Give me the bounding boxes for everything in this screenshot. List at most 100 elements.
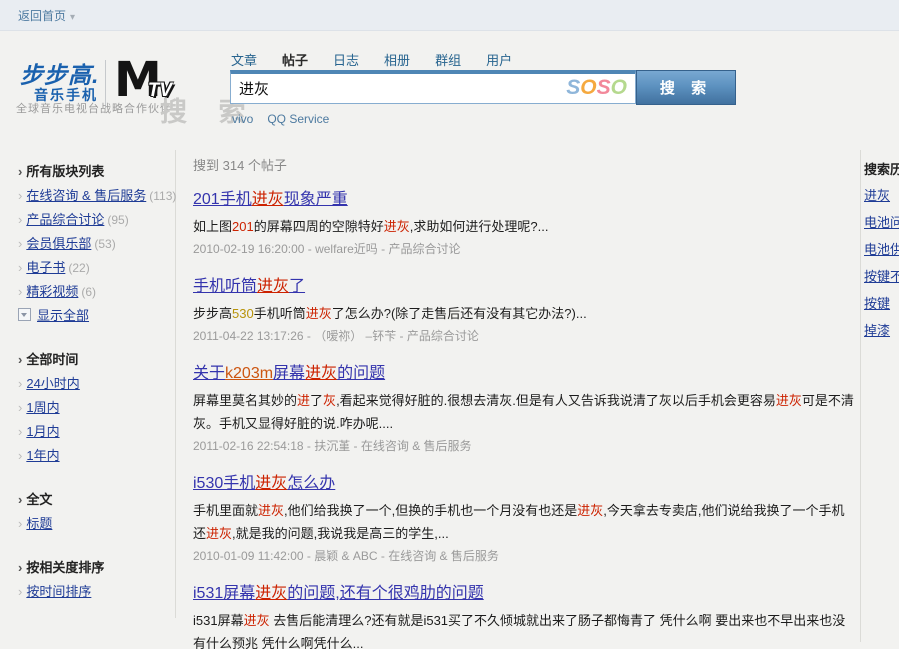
sidebar-item[interactable]: › 产品综合讨论 (95) bbox=[18, 208, 168, 232]
result-title-link[interactable]: i530手机进灰怎么办 bbox=[193, 475, 335, 492]
sidebar-link[interactable]: 在线咨询 & 售后服务 bbox=[26, 188, 146, 203]
sidebar-item[interactable]: › 1年内 bbox=[18, 444, 168, 468]
chevron-right-icon: › bbox=[18, 400, 23, 415]
result-item: 201手机进灰现象严重如上图201的屏幕四周的空隙特好进灰,求助如何进行处理呢?… bbox=[193, 189, 855, 260]
highlighted-term: 进灰 bbox=[258, 503, 285, 518]
result-title-link[interactable]: 关于k203m屏幕进灰的问题 bbox=[193, 365, 385, 382]
result-title-text: 怎么办 bbox=[287, 475, 336, 492]
sidebar-link[interactable]: 1月内 bbox=[26, 424, 59, 439]
history-item[interactable]: 进灰 bbox=[864, 182, 899, 209]
result-title-text: i530手机 bbox=[193, 475, 256, 492]
history-link[interactable]: 掉漆 bbox=[864, 323, 890, 338]
sidebar-section-title: 按相关度排序 bbox=[26, 560, 105, 575]
sidebar-item[interactable]: › 会员俱乐部 (53) bbox=[18, 232, 168, 256]
results-count: 搜到 314 个帖子 bbox=[193, 158, 287, 173]
search-sub-link[interactable]: vivo bbox=[232, 112, 253, 126]
home-link[interactable]: 返回首页 ▾ bbox=[18, 7, 75, 24]
result-snippet: 步步高530手机听筒进灰了怎么办?(除了走售后还有没有其它办法?)... bbox=[193, 302, 855, 325]
search-button[interactable]: 搜 索 bbox=[636, 70, 736, 105]
chevron-right-icon: › bbox=[18, 516, 23, 531]
sidebar-link[interactable]: 按时间排序 bbox=[26, 584, 91, 599]
sidebar-link[interactable]: 24小时内 bbox=[26, 376, 79, 391]
result-snippet: 如上图201的屏幕四周的空隙特好进灰,求助如何进行处理呢?... bbox=[193, 215, 855, 238]
sidebar-link[interactable]: 会员俱乐部 bbox=[26, 236, 91, 251]
chevron-right-icon: › bbox=[18, 584, 23, 599]
highlighted-term: 进灰 bbox=[305, 365, 338, 382]
result-item: 手机听筒进灰了 步步高530手机听筒进灰了怎么办?(除了走售后还有没有其它办法?)… bbox=[193, 276, 855, 347]
highlighted-term: 进灰 bbox=[305, 306, 332, 321]
highlighted-term: 进灰 bbox=[243, 613, 270, 628]
history-item[interactable]: 电池供 bbox=[864, 236, 899, 263]
chevron-right-icon: › bbox=[18, 236, 23, 251]
search-tab[interactable]: 相册 bbox=[384, 50, 410, 69]
history-item[interactable]: 按键 bbox=[864, 290, 899, 317]
result-snippet-text: 去售后能清理么?还有就是i531买了不久倾城就出来了肠子都悔青了 凭什么啊 要出… bbox=[193, 613, 846, 649]
sidebar-count: (6) bbox=[81, 285, 97, 299]
highlighted-term: k203m bbox=[225, 365, 274, 382]
sidebar-item[interactable]: › 在线咨询 & 售后服务 (113) bbox=[18, 184, 176, 208]
sidebar-link[interactable]: 显示全部 bbox=[37, 308, 89, 323]
soso-logo: SOSO bbox=[566, 76, 627, 100]
result-title-text: 屏幕 bbox=[273, 365, 306, 382]
sidebar-item[interactable]: › 按时间排序 bbox=[18, 580, 168, 604]
search-tab[interactable]: 日志 bbox=[333, 50, 359, 69]
search-tabs: 文章 帖子 日志 相册 群组 用户 bbox=[231, 50, 512, 81]
result-meta: 2011-04-22 13:17:26 - （嗳祢） –钚苄 - 产品综合讨论 bbox=[193, 329, 479, 343]
sidebar-count: (113) bbox=[149, 189, 177, 203]
sidebar-link[interactable]: 产品综合讨论 bbox=[26, 212, 104, 227]
result-snippet-text: 了怎么办?(除了走售后还有没有其它办法?)... bbox=[331, 306, 587, 321]
sidebar-section: › 全文 › 标题 bbox=[18, 488, 168, 536]
search-tab[interactable]: 群组 bbox=[435, 50, 461, 69]
result-meta: 2011-02-16 22:54:18 - 扶沉堇 - 在线咨询 & 售后服务 bbox=[193, 439, 472, 453]
result-title-link[interactable]: i531屏幕进灰的问题,还有个很鸡肋的问题 bbox=[193, 585, 484, 602]
result-snippet-text: i531屏幕 bbox=[193, 613, 244, 628]
chevron-right-icon: › bbox=[18, 164, 23, 179]
sidebar-link[interactable]: 1周内 bbox=[26, 400, 59, 415]
sidebar-item[interactable]: › 精彩视频 (6) bbox=[18, 280, 168, 304]
highlighted-term: 进灰 bbox=[383, 219, 410, 234]
history-link[interactable]: 进灰 bbox=[864, 188, 890, 203]
sidebar-section-title: 所有版块列表 bbox=[26, 164, 105, 179]
result-snippet-text: 手机听筒 bbox=[253, 306, 306, 321]
sidebar-item[interactable]: › 标题 bbox=[18, 512, 168, 536]
search-tab[interactable]: 用户 bbox=[486, 50, 512, 69]
history-item[interactable]: 按键不 bbox=[864, 263, 899, 290]
result-title-text: 了 bbox=[289, 278, 306, 295]
result-item: i530手机进灰怎么办 手机里面就进灰,他们给我换了一个,但换的手机也一个月没有也… bbox=[193, 473, 855, 567]
search-history-list: 进灰电池问电池供按键不按键掉漆 bbox=[864, 182, 899, 344]
result-snippet-text: ,看起来觉得好脏的.很想去清灰.但是有人又告诉我说清了灰以后手机会更容易 bbox=[336, 393, 776, 408]
sidebar-item[interactable]: › 24小时内 bbox=[18, 372, 168, 396]
sidebar-section: › 按相关度排序 › 按时间排序 bbox=[18, 556, 168, 604]
chevron-right-icon: › bbox=[18, 212, 23, 227]
partner-slogan: 全球音乐电视台战略合作伙伴 bbox=[16, 103, 172, 115]
history-link[interactable]: 按键 bbox=[864, 296, 890, 311]
sidebar-item[interactable]: › 电子书 (22) bbox=[18, 256, 168, 280]
result-snippet-text: ,求助如何进行处理呢?... bbox=[409, 219, 549, 234]
sidebar-link[interactable]: 精彩视频 bbox=[26, 284, 78, 299]
sidebar-item[interactable]: › 1月内 bbox=[18, 420, 168, 444]
history-link[interactable]: 电池供 bbox=[864, 242, 899, 257]
soso-letter: S bbox=[596, 76, 611, 99]
history-item[interactable]: 电池问 bbox=[864, 209, 899, 236]
history-link[interactable]: 电池问 bbox=[864, 215, 899, 230]
search-tab[interactable]: 帖子 bbox=[282, 50, 308, 81]
sidebar-link[interactable]: 1年内 bbox=[26, 448, 59, 463]
sidebar-count: (53) bbox=[94, 237, 116, 251]
chevron-down-icon: ▾ bbox=[70, 12, 76, 23]
sidebar-link[interactable]: 标题 bbox=[26, 516, 52, 531]
search-tab[interactable]: 文章 bbox=[231, 50, 257, 69]
search-input[interactable] bbox=[231, 74, 587, 103]
search-sub-link[interactable]: QQ Service bbox=[267, 112, 329, 126]
result-snippet-text: 手机里面就 bbox=[193, 503, 259, 518]
sidebar-item[interactable]: › 1周内 bbox=[18, 396, 168, 420]
highlighted-term: 进 bbox=[297, 393, 311, 408]
result-title-link[interactable]: 手机听筒进灰了 bbox=[193, 278, 305, 295]
highlighted-term: 进灰 bbox=[577, 503, 604, 518]
history-item[interactable]: 掉漆 bbox=[864, 317, 899, 344]
sidebar-item[interactable]: 显示全部 bbox=[18, 304, 168, 328]
soso-letter: O bbox=[610, 76, 627, 99]
chevron-right-icon: › bbox=[18, 260, 23, 275]
sidebar-link[interactable]: 电子书 bbox=[26, 260, 65, 275]
result-title-link[interactable]: 201手机进灰现象严重 bbox=[193, 191, 348, 208]
history-link[interactable]: 按键不 bbox=[864, 269, 899, 284]
